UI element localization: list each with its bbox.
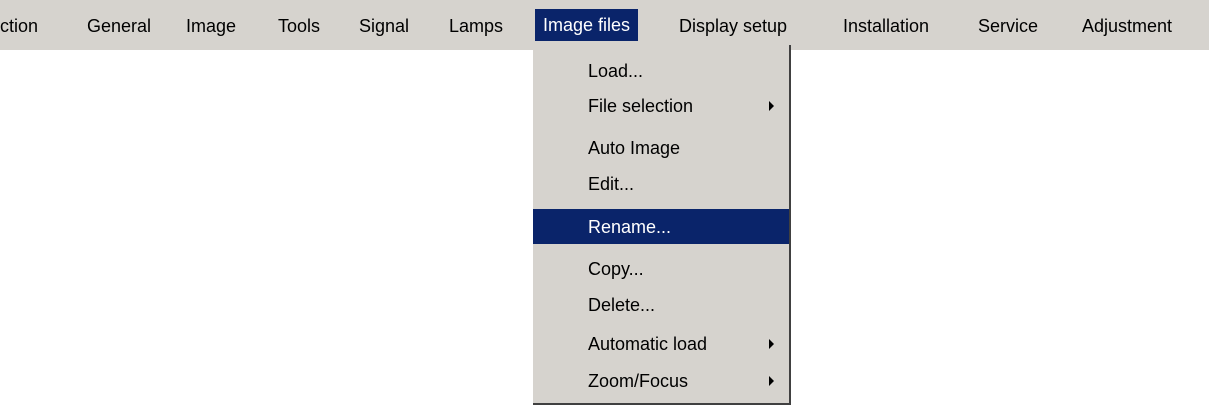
menu-option-label: Auto Image [588, 138, 681, 158]
menu-option-label: Delete... [588, 295, 656, 315]
menu-item-general[interactable]: General [87, 12, 151, 40]
submenu-arrow-icon [769, 339, 774, 349]
menu-item-tools[interactable]: Tools [278, 12, 320, 40]
menu-option-edit[interactable]: Edit... [533, 166, 789, 201]
menu-item-lamps[interactable]: Lamps [449, 12, 503, 40]
menu-item-image-files[interactable]: Image files [535, 9, 639, 41]
menu-option-label: Edit... [588, 174, 635, 194]
menu-option-rename[interactable]: Rename... [533, 209, 789, 244]
menu-bar: ction General Image Tools Signal Lamps I… [0, 0, 1209, 50]
menu-option-delete[interactable]: Delete... [533, 287, 789, 322]
menu-option-label: Zoom/Focus [588, 371, 689, 391]
menu-option-copy[interactable]: Copy... [533, 251, 789, 286]
menu-option-file-selection[interactable]: File selection [533, 88, 789, 123]
menu-item-action[interactable]: ction [0, 12, 38, 40]
menu-option-auto-image[interactable]: Auto Image [533, 130, 789, 165]
menu-item-adjustment[interactable]: Adjustment [1082, 12, 1172, 40]
menu-item-image[interactable]: Image [186, 12, 236, 40]
menu-item-display-setup[interactable]: Display setup [679, 12, 787, 40]
menu-option-automatic-load[interactable]: Automatic load [533, 326, 789, 361]
submenu-arrow-icon [769, 101, 774, 111]
menu-item-service[interactable]: Service [978, 12, 1038, 40]
submenu-arrow-icon [769, 376, 774, 386]
menu-option-label: Automatic load [588, 334, 708, 354]
menu-option-load[interactable]: Load... [533, 53, 789, 88]
menu-option-label: Rename... [588, 217, 672, 237]
menu-option-label: Load... [588, 61, 644, 81]
image-files-dropdown: Load... File selection Auto Image Edit..… [533, 45, 791, 405]
menu-item-signal[interactable]: Signal [359, 12, 409, 40]
menu-item-installation[interactable]: Installation [843, 12, 929, 40]
menu-option-label: Copy... [588, 259, 644, 279]
menu-option-zoom-focus[interactable]: Zoom/Focus [533, 363, 789, 398]
menu-option-label: File selection [588, 96, 694, 116]
